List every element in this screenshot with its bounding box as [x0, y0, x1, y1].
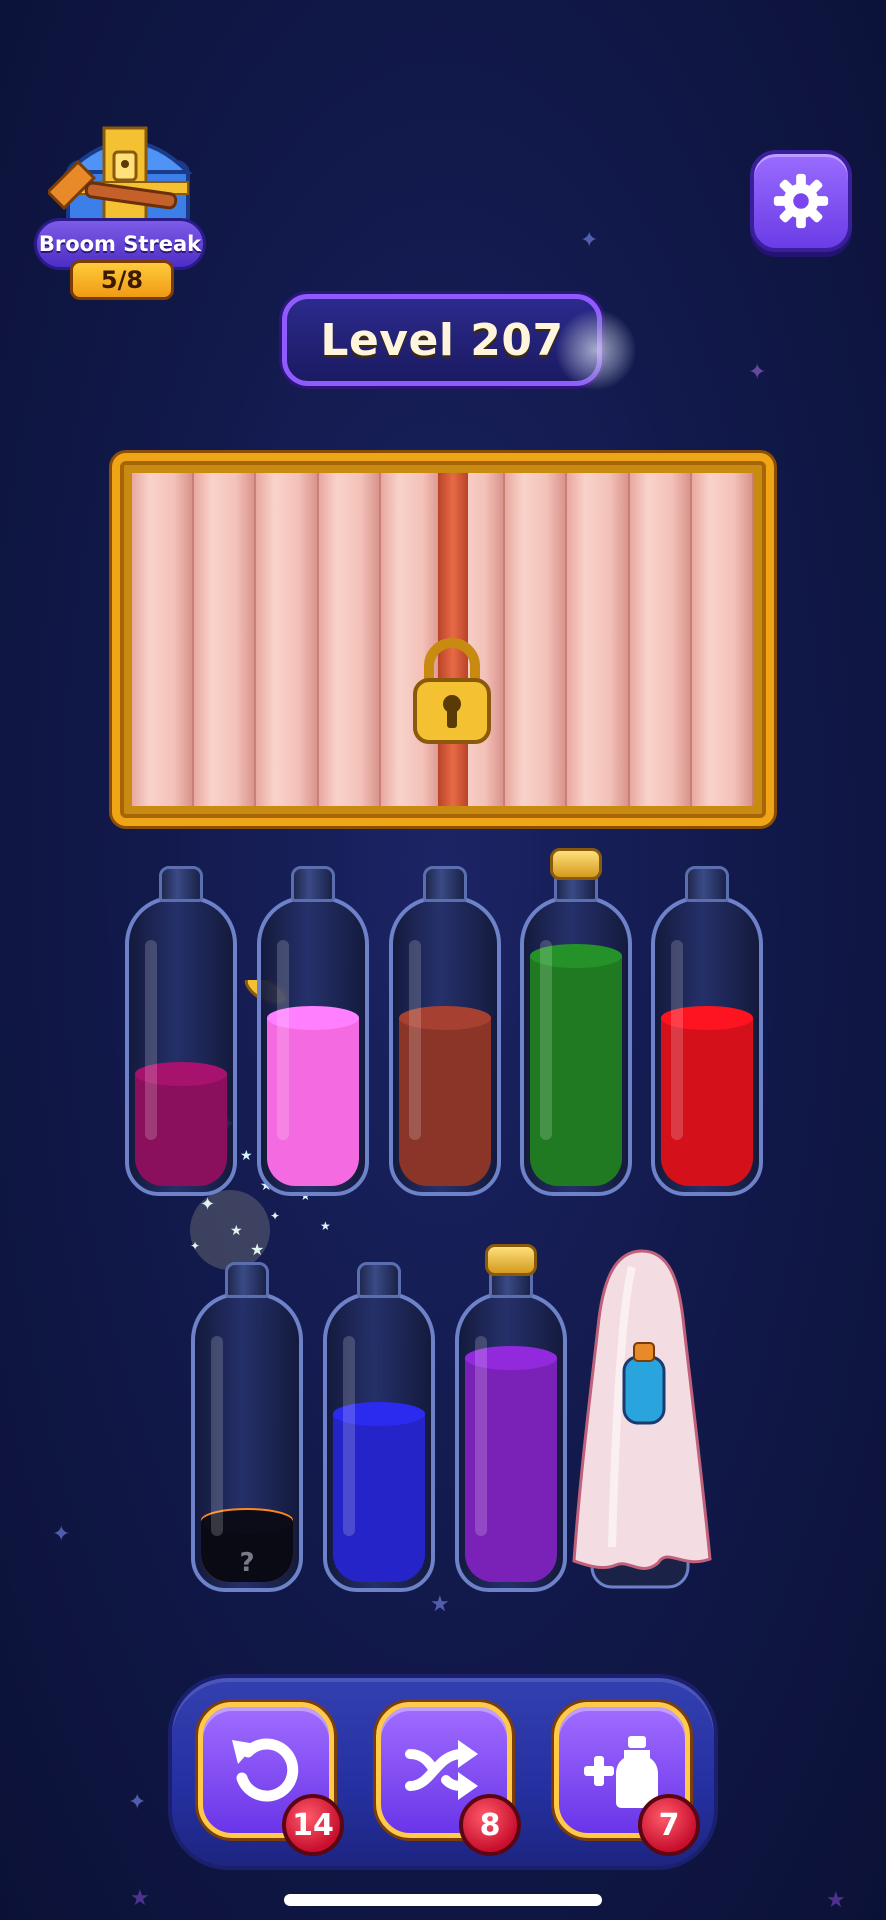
bottle-body: ? [191, 1292, 303, 1592]
svg-text:★: ★ [250, 1240, 264, 1259]
svg-text:✦: ✦ [200, 1194, 215, 1215]
bottle[interactable] [651, 866, 763, 1196]
svg-text:★: ★ [320, 1219, 331, 1233]
bottle[interactable] [323, 1262, 435, 1592]
svg-text:★: ★ [240, 1148, 253, 1164]
level-indicator: Level 207 [282, 294, 602, 386]
svg-text:✦: ✦ [270, 1209, 280, 1223]
broom-streak-widget[interactable]: Broom Streak 5/8 [10, 118, 210, 308]
hidden-bottle-hint-icon [622, 1355, 666, 1425]
cork-icon [485, 1244, 537, 1276]
locked-crate[interactable] [112, 453, 774, 826]
star-decoration: ✦ [128, 1790, 147, 1815]
bottle-body [257, 896, 369, 1196]
svg-text:✦: ✦ [190, 1239, 200, 1253]
broom-streak-progress: 5/8 [70, 260, 174, 300]
undo-count-badge: 14 [282, 1794, 344, 1856]
bottle-body [651, 896, 763, 1196]
bottle-body [455, 1292, 567, 1592]
cork-icon [550, 848, 602, 880]
home-indicator[interactable] [284, 1894, 602, 1906]
bottle-neck [225, 1262, 269, 1298]
bottle-neck [423, 866, 467, 902]
add-bottle-count-badge: 7 [638, 1794, 700, 1856]
covered-bottle[interactable] [572, 1247, 712, 1592]
bottle-body [125, 896, 237, 1196]
star-decoration: ✦ [52, 1522, 71, 1547]
star-decoration: ✦ [748, 360, 767, 385]
bottle-neck [291, 866, 335, 902]
star-decoration: ★ [430, 1592, 450, 1617]
star-decoration: ✦ [580, 228, 599, 253]
level-label: Level 207 [320, 314, 564, 366]
star-decoration: ★ [130, 1886, 150, 1911]
gear-icon [773, 173, 829, 229]
shuffle-count-badge: 8 [459, 1794, 521, 1856]
undo-icon [232, 1738, 299, 1802]
bottle[interactable]: ? [191, 1262, 303, 1592]
star-decoration: ★ [826, 1888, 846, 1913]
bottle[interactable] [389, 866, 501, 1196]
settings-button[interactable] [750, 150, 852, 252]
bottle-neck [159, 866, 203, 902]
touch-indicator [556, 310, 636, 390]
bottle[interactable] [125, 866, 237, 1196]
bottle-neck [685, 866, 729, 902]
bottle[interactable] [520, 848, 632, 1196]
bottle[interactable] [257, 866, 369, 1196]
bottle[interactable] [455, 1244, 567, 1592]
mystery-mark: ? [239, 1548, 255, 1578]
svg-text:★: ★ [230, 1223, 243, 1239]
bottle-body [323, 1292, 435, 1592]
bottle-body [389, 896, 501, 1196]
bottle-body [520, 896, 632, 1196]
bottle-neck [357, 1262, 401, 1298]
padlock-icon [413, 638, 491, 744]
